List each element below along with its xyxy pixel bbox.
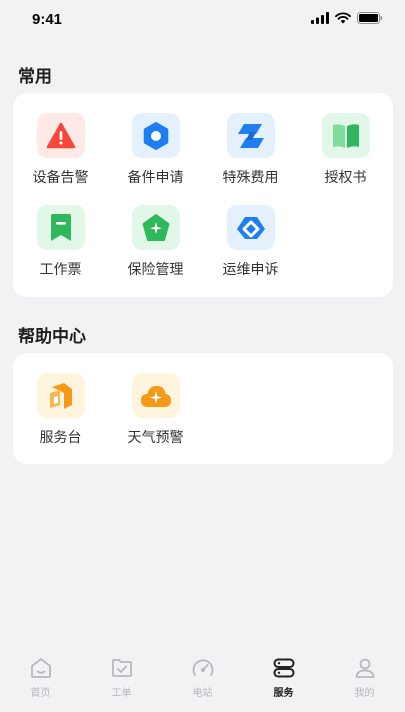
gauge-icon <box>192 659 213 676</box>
tab-label: 我的 <box>354 688 375 699</box>
icon-tile <box>36 205 85 250</box>
grid-item-special-expense[interactable]: 特殊费用 <box>203 99 298 187</box>
grid-item-device-alarm[interactable]: 设备告警 <box>13 99 108 187</box>
icon-tile <box>321 113 370 158</box>
grid-item-insurance[interactable]: 保险管理 <box>108 191 203 279</box>
diamond-link-icon <box>236 216 265 239</box>
item-label: 保险管理 <box>127 262 184 278</box>
item-label: 备件申请 <box>127 170 184 186</box>
item-label: 服务台 <box>39 430 82 446</box>
folder-check-icon <box>111 659 132 677</box>
icon-tile <box>36 373 85 418</box>
server-icon <box>273 658 294 678</box>
icon-tile <box>36 113 85 158</box>
common-card: 设备告警 备件申请 特殊费用 授权书 工作票 保险管理 运维申诉 <box>13 93 393 297</box>
tab-label: 首页 <box>30 688 51 699</box>
item-label: 特殊费用 <box>222 170 279 186</box>
help-card: 服务台 天气预警 <box>13 353 393 464</box>
item-label: 工作票 <box>39 262 82 278</box>
warning-icon <box>46 122 75 148</box>
icon-tile <box>226 113 275 158</box>
tab-profile[interactable]: 我的 <box>324 646 405 712</box>
tab-station[interactable]: 电站 <box>162 646 243 712</box>
stacked-slash-icon <box>237 123 264 148</box>
grid-item-service-desk[interactable]: 服务台 <box>13 359 108 447</box>
battery-icon <box>357 12 383 24</box>
service-desk-icon <box>49 382 72 409</box>
wifi-icon <box>335 12 351 24</box>
item-label: 设备告警 <box>32 170 89 186</box>
item-label: 运维申诉 <box>222 262 279 278</box>
item-label: 天气预警 <box>127 430 184 446</box>
section-title-common: 常用 <box>18 67 52 87</box>
tab-label: 工单 <box>111 688 132 699</box>
icon-tile <box>131 205 180 250</box>
status-time: 9:41 <box>32 11 63 28</box>
tab-bar: 首页 工单 电站 服务 我的 <box>0 646 405 712</box>
home-icon <box>30 658 51 678</box>
icon-tile <box>131 373 180 418</box>
tab-home[interactable]: 首页 <box>0 646 81 712</box>
tab-label: 服务 <box>273 688 294 699</box>
cellular-signal-icon <box>311 12 329 24</box>
grid-item-om-appeal[interactable]: 运维申诉 <box>203 191 298 279</box>
cloud-alert-icon <box>140 385 171 407</box>
icon-tile <box>226 205 275 250</box>
grid-item-authorization[interactable]: 授权书 <box>298 99 393 187</box>
shield-star-icon <box>142 213 169 241</box>
book-icon <box>332 123 359 148</box>
item-label: 授权书 <box>324 170 367 186</box>
tab-service[interactable]: 服务 <box>243 646 324 712</box>
icon-tile <box>131 113 180 158</box>
grid-item-spare-parts[interactable]: 备件申请 <box>108 99 203 187</box>
grid-item-weather-alert[interactable]: 天气预警 <box>108 359 203 447</box>
section-title-help: 帮助中心 <box>18 327 86 347</box>
status-icons <box>311 12 383 24</box>
hexagon-nut-icon <box>143 121 168 150</box>
grid-item-work-ticket[interactable]: 工作票 <box>13 191 108 279</box>
tab-label: 电站 <box>192 688 213 699</box>
bookmark-icon <box>50 213 71 241</box>
status-bar: 9:41 <box>0 0 405 40</box>
tab-work-order[interactable]: 工单 <box>81 646 162 712</box>
user-icon <box>355 658 374 678</box>
